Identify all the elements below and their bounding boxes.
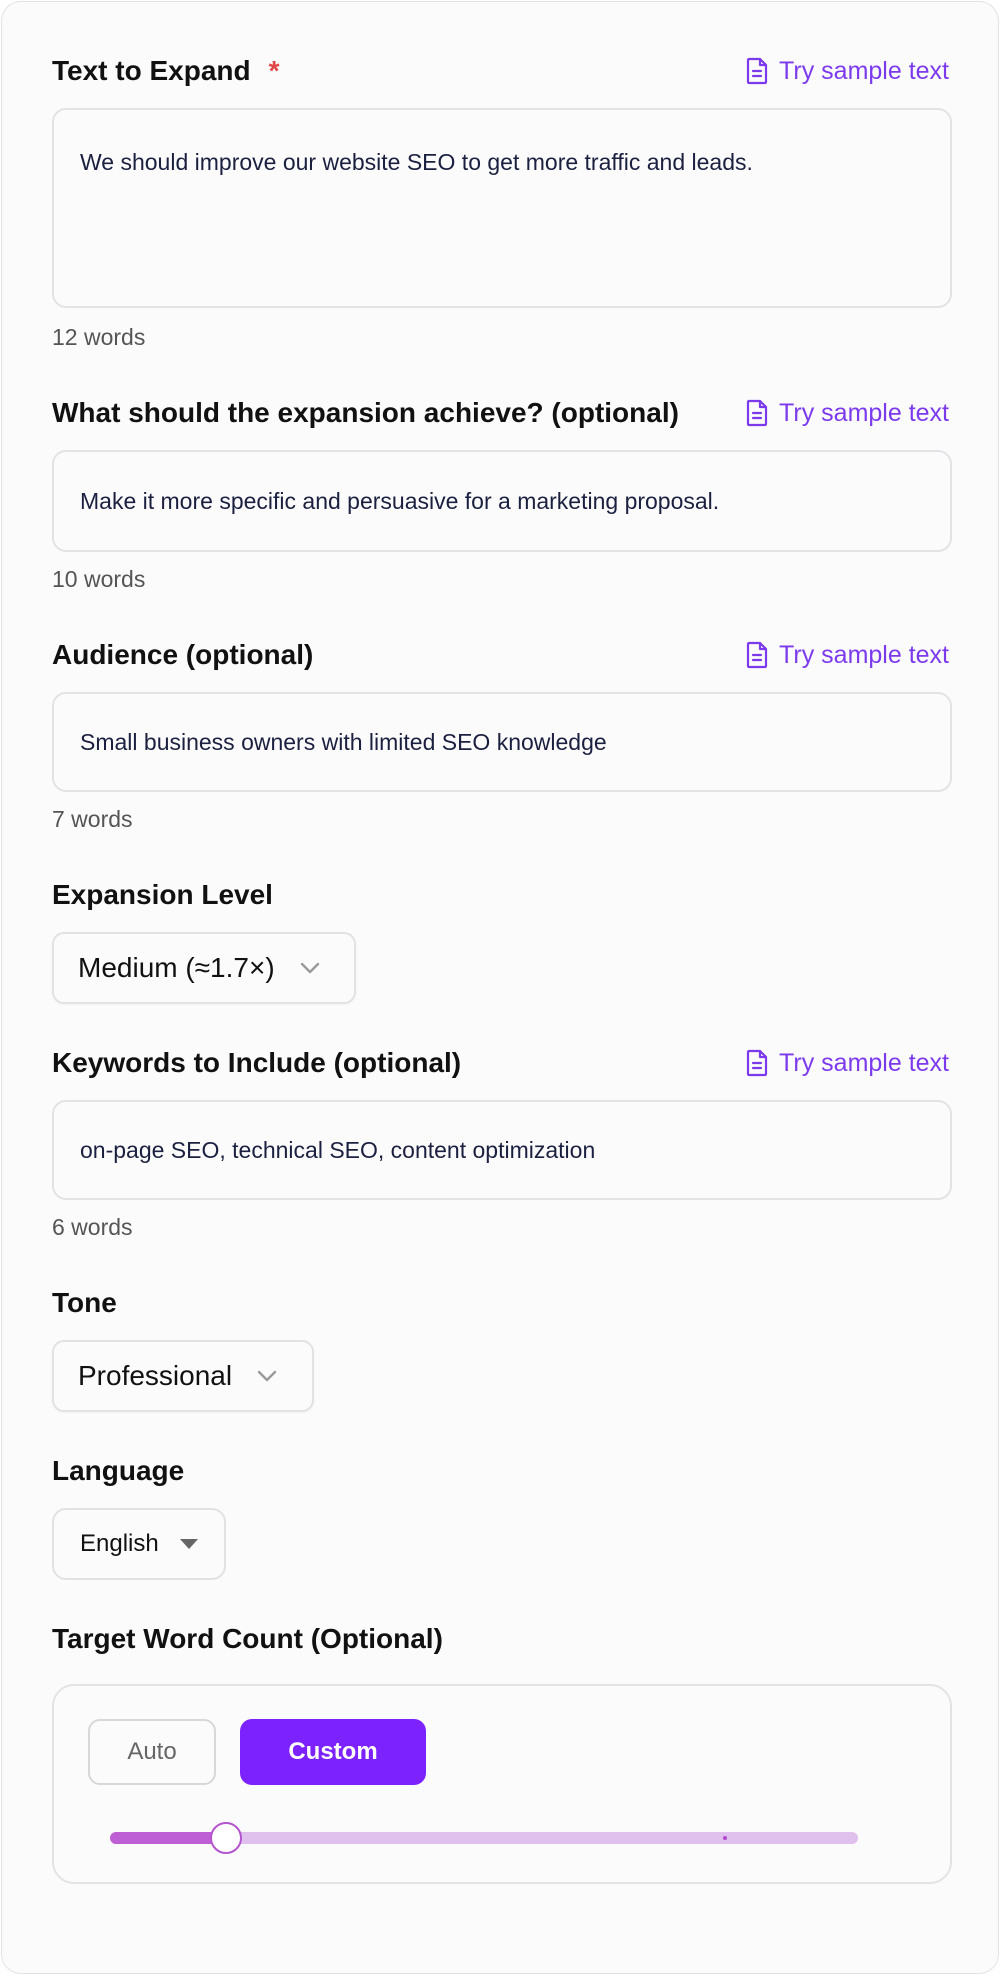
chevron-down-icon	[300, 962, 319, 974]
text-to-expand-word-count: 12 words	[52, 324, 146, 350]
text-to-expand-value: We should improve our website SEO to get…	[80, 149, 753, 175]
document-icon	[746, 57, 768, 85]
custom-button[interactable]: Custom	[240, 1719, 426, 1785]
language-select[interactable]: English	[52, 1508, 226, 1580]
required-marker: *	[268, 55, 280, 86]
try-sample-text-label: Try sample text	[779, 1049, 949, 1077]
text-to-expand-label-text: Text to Expand	[52, 55, 251, 86]
target-word-count-panel: Auto Custom	[52, 1684, 952, 1884]
try-sample-text-link[interactable]: Try sample text	[745, 640, 949, 670]
word-count-slider-track[interactable]	[110, 1822, 858, 1854]
text-to-expand-label: Text to Expand *	[52, 54, 280, 88]
text-to-expand-textarea[interactable]: We should improve our website SEO to get…	[52, 108, 952, 308]
goal-value: Make it more specific and persuasive for…	[80, 488, 720, 514]
word-count-slider-thumb[interactable]	[209, 1822, 242, 1854]
tone-value: Professional	[78, 1360, 233, 1391]
keywords-word-count: 6 words	[52, 1214, 133, 1240]
goal-label: What should the expansion achieve? (opti…	[52, 397, 679, 428]
document-icon	[746, 1049, 768, 1077]
expansion-level-select[interactable]: Medium (≈1.7×)	[52, 932, 356, 1004]
try-sample-text-label: Try sample text	[779, 641, 949, 669]
auto-button[interactable]: Auto	[88, 1719, 216, 1785]
target-word-count-label: Target Word Count (Optional)	[52, 1623, 443, 1654]
word-count-slider-marker	[723, 1836, 728, 1840]
word-count-slider-fill	[110, 1832, 226, 1844]
try-sample-text-link[interactable]: Try sample text	[745, 398, 949, 428]
try-sample-text-link[interactable]: Try sample text	[745, 56, 949, 86]
language-value: English	[80, 1530, 159, 1557]
form-card: Text to Expand * Try sample text We shoul…	[1, 1, 999, 1974]
document-icon	[746, 399, 768, 427]
goal-input[interactable]: Make it more specific and persuasive for…	[52, 450, 952, 552]
document-icon	[746, 641, 768, 669]
keywords-label: Keywords to Include (optional)	[52, 1047, 462, 1078]
audience-value: Small business owners with limited SEO k…	[80, 729, 607, 755]
goal-word-count: 10 words	[52, 566, 146, 592]
tone-select[interactable]: Professional	[52, 1340, 314, 1412]
try-sample-text-link[interactable]: Try sample text	[745, 1048, 949, 1078]
expansion-level-value: Medium (≈1.7×)	[78, 952, 275, 983]
chevron-down-icon	[257, 1370, 277, 1382]
expansion-level-label: Expansion Level	[52, 879, 273, 910]
language-label: Language	[52, 1455, 185, 1486]
keywords-value: on-page SEO, technical SEO, content opti…	[80, 1137, 596, 1163]
keywords-input[interactable]: on-page SEO, technical SEO, content opti…	[52, 1100, 952, 1200]
try-sample-text-label: Try sample text	[779, 399, 949, 427]
audience-input[interactable]: Small business owners with limited SEO k…	[52, 692, 952, 792]
audience-word-count: 7 words	[52, 806, 133, 832]
audience-label: Audience (optional)	[52, 639, 314, 670]
tone-label: Tone	[52, 1287, 117, 1318]
caret-down-icon	[179, 1539, 198, 1549]
try-sample-text-label: Try sample text	[779, 57, 949, 85]
